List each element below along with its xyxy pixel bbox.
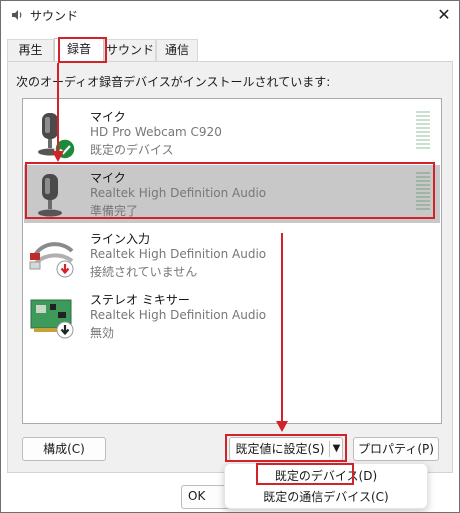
down-arrow-red-icon	[56, 260, 74, 278]
level-meter	[416, 172, 430, 215]
properties-button[interactable]: プロパティ(P)	[353, 437, 439, 461]
device-driver: HD Pro Webcam C920	[90, 125, 222, 139]
device-name: マイク	[90, 110, 126, 124]
tab-sounds[interactable]: サウンド	[104, 39, 156, 61]
close-button[interactable]: ✕	[433, 5, 455, 25]
device-item[interactable]: マイク HD Pro Webcam C920 既定のデバイス	[24, 104, 440, 162]
device-driver: Realtek High Definition Audio	[90, 186, 267, 200]
microphone-icon	[38, 174, 62, 217]
device-name: マイク	[90, 171, 126, 185]
tab-playback[interactable]: 再生	[7, 39, 54, 61]
window-title: サウンド	[30, 9, 79, 23]
check-icon	[54, 138, 76, 160]
device-item[interactable]: ステレオ ミキサー Realtek High Definition Audio …	[24, 287, 440, 345]
split-divider	[329, 441, 330, 457]
device-driver: Realtek High Definition Audio	[90, 247, 267, 261]
device-status: 接続されていません	[90, 265, 198, 279]
device-list[interactable]: マイク HD Pro Webcam C920 既定のデバイス マイク Realt…	[22, 98, 442, 424]
tab-recording[interactable]: 録音	[54, 38, 104, 62]
set-default-split-button[interactable]: 既定値に設定(S) ▼	[229, 437, 343, 461]
set-default-button[interactable]: 既定値に設定(S)	[233, 438, 327, 460]
tab-communications[interactable]: 通信	[156, 39, 198, 61]
close-icon: ✕	[437, 5, 451, 24]
device-list-caption: 次のオーディオ録音デバイスがインストールされています:	[16, 75, 331, 89]
menu-item-default-device[interactable]: 既定のデバイス(D)	[225, 466, 427, 486]
device-item[interactable]: ライン入力 Realtek High Definition Audio 接続され…	[24, 226, 440, 284]
device-name: ステレオ ミキサー	[90, 293, 190, 307]
tab-bar: 再生 録音 サウンド 通信	[1, 38, 459, 62]
device-status: 既定のデバイス	[90, 143, 174, 157]
device-status: 準備完了	[90, 204, 139, 218]
device-item-selected[interactable]: マイク Realtek High Definition Audio 準備完了	[24, 165, 440, 223]
device-name: ライン入力	[90, 232, 151, 246]
speaker-icon	[12, 10, 22, 20]
device-status: 無効	[90, 326, 115, 340]
dropdown-arrow-icon[interactable]: ▼	[331, 438, 342, 460]
down-arrow-black-icon	[56, 321, 74, 339]
menu-item-default-communication-device[interactable]: 既定の通信デバイス(C)	[225, 487, 427, 507]
title-bar: サウンド ✕	[1, 1, 459, 29]
sound-dialog: サウンド ✕ 再生 録音 サウンド 通信 次のオーディオ録音デバイスがインストー…	[0, 0, 460, 513]
device-driver: Realtek High Definition Audio	[90, 308, 267, 322]
level-meter	[416, 111, 430, 154]
configure-button[interactable]: 構成(C)	[22, 437, 106, 461]
ok-button-label: OK	[188, 489, 206, 503]
set-default-dropdown-menu: 既定のデバイス(D) 既定の通信デバイス(C)	[224, 463, 428, 509]
